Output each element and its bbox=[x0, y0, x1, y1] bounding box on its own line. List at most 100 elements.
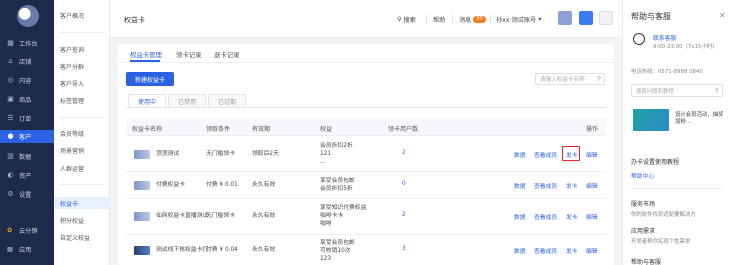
view-members-link[interactable]: 查看成员 bbox=[534, 212, 557, 221]
edit-link[interactable]: 编辑 bbox=[586, 150, 598, 159]
card-condition: 无门槛领卡 bbox=[206, 151, 235, 157]
search-button[interactable]: ⚲ 搜索 bbox=[397, 15, 416, 24]
logo[interactable] bbox=[17, 5, 39, 27]
service-market-title[interactable]: 服务市场 bbox=[631, 199, 655, 208]
help-center-link[interactable]: 帮助中心 bbox=[631, 171, 654, 180]
tab-card-management[interactable]: 权益卡管理 bbox=[130, 50, 162, 59]
issue-card-link[interactable]: 发卡 bbox=[566, 246, 578, 255]
store-icon: ⌂ bbox=[8, 57, 13, 65]
app-demand-title[interactable]: 应用需求 bbox=[631, 226, 655, 235]
card-thumbnail bbox=[134, 212, 150, 221]
subnav-item-points[interactable]: 积分权益 bbox=[54, 214, 110, 226]
subnav-item-crowd-ops[interactable]: 人群运营 bbox=[54, 162, 110, 174]
edit-link[interactable]: 编辑 bbox=[586, 212, 598, 221]
messages-button[interactable]: 消息 99 bbox=[459, 15, 486, 24]
nav-item-settings[interactable]: ⚙ 设置 bbox=[0, 188, 54, 201]
subnav-item-tags[interactable]: 标签管理 bbox=[54, 94, 110, 106]
card-validity: 永久有效 bbox=[252, 247, 276, 253]
nav-item-customer[interactable]: ● 客户 bbox=[0, 130, 54, 143]
search-icon: ⚲ bbox=[715, 87, 719, 94]
help-panel-title: 帮助与客服 bbox=[631, 12, 671, 21]
message-count-badge: 99 bbox=[473, 16, 486, 23]
settings-icon: ⚙ bbox=[7, 190, 14, 198]
nav-item-data[interactable]: ▥ 数据 bbox=[0, 150, 54, 163]
help-button[interactable]: 帮助 bbox=[433, 15, 445, 24]
nav-item-cloud-distribution[interactable]: ✿ 云分销 bbox=[0, 224, 54, 237]
main-panel: 权益卡管理 领卡记录 退卡记录 新建权益卡 请输入权益卡名称 ⚲ 使用中 已禁用 … bbox=[118, 44, 614, 265]
promo-banner-image[interactable] bbox=[633, 109, 669, 131]
close-icon[interactable]: ✕ bbox=[719, 11, 726, 20]
tab-claim-records[interactable]: 领卡记录 bbox=[176, 50, 202, 59]
nav-item-asset[interactable]: ◐ 资产 bbox=[0, 169, 54, 182]
data-link[interactable]: 数据 bbox=[514, 181, 526, 190]
sub-nav: 客户概况 客户查询 客户分群 客户导入 标签管理 会员等级 场景营销 人群运营 … bbox=[54, 0, 110, 265]
nav-item-store[interactable]: ⌂ 店铺 bbox=[0, 55, 54, 68]
contact-support-link[interactable]: 联系客服 bbox=[653, 33, 676, 42]
nav-item-order[interactable]: ☰ 订单 bbox=[0, 112, 54, 125]
divider bbox=[490, 15, 491, 23]
subnav-item-member-level[interactable]: 会员等级 bbox=[54, 127, 110, 139]
divider bbox=[426, 15, 427, 23]
card-user-count[interactable]: 2 bbox=[402, 212, 406, 218]
asset-icon: ◐ bbox=[7, 171, 14, 179]
subnav-item-groups[interactable]: 客户分群 bbox=[54, 60, 110, 72]
card-validity: 领取后2天 bbox=[252, 151, 279, 157]
status-tab-expired[interactable]: 已过期 bbox=[208, 94, 246, 108]
data-link[interactable]: 数据 bbox=[514, 150, 526, 159]
chevron-down-icon: ▾ bbox=[538, 16, 542, 23]
nav-item-workbench[interactable]: ▦ 工作台 bbox=[0, 37, 54, 50]
nav-item-content[interactable]: ◎ 内容 bbox=[0, 74, 54, 87]
card-user-count[interactable]: 0 bbox=[402, 181, 406, 187]
subnav-item-overview[interactable]: 客户概况 bbox=[54, 9, 110, 21]
issue-card-link[interactable]: 发卡 bbox=[566, 212, 578, 221]
card-user-count[interactable]: 3 bbox=[402, 246, 406, 252]
card-search-input[interactable]: 请输入权益卡名称 ⚲ bbox=[535, 73, 605, 85]
card-user-count[interactable]: 2 bbox=[402, 150, 406, 156]
view-members-link[interactable]: 查看成员 bbox=[534, 246, 557, 255]
divider bbox=[60, 117, 104, 118]
tab-refund-records[interactable]: 退卡记录 bbox=[214, 50, 240, 59]
issue-card-link[interactable]: 发卡 bbox=[566, 181, 578, 190]
publish-icon[interactable] bbox=[579, 11, 593, 25]
help-panel: 帮助与客服 ✕ 联系客服 9:00-23:00（7x15小时） 电话热线：057… bbox=[622, 0, 730, 265]
tutorial-title[interactable]: 办卡设置使用教程 bbox=[631, 157, 679, 166]
divider bbox=[126, 107, 606, 108]
cloud-icon: ✿ bbox=[7, 227, 13, 234]
qrcode-icon[interactable] bbox=[599, 11, 613, 25]
view-members-link[interactable]: 查看成员 bbox=[534, 150, 557, 159]
nav-item-product[interactable]: ▣ 商品 bbox=[0, 93, 54, 106]
edit-link[interactable]: 编辑 bbox=[586, 181, 598, 190]
top-bar: 权益卡 ⚲ 搜索 帮助 消息 99 孙xx·测试账号 ▾ bbox=[110, 0, 622, 38]
divider bbox=[631, 188, 723, 189]
more-help-title[interactable]: 帮助与客服 bbox=[631, 257, 661, 265]
card-condition: 无门槛领卡 bbox=[206, 213, 235, 219]
table-row: 测试线下核权益卡打 付费 ¥ 0.04 永久有效 享受会员包邮 可核销10次 1… bbox=[126, 235, 606, 265]
status-tab-disabled[interactable]: 已禁用 bbox=[168, 94, 206, 108]
column-header-users: 领卡用户数 bbox=[388, 126, 419, 133]
account-menu[interactable]: 孙xx·测试账号 ▾ bbox=[496, 15, 541, 24]
subnav-item-custom-benefit[interactable]: 自定义权益 bbox=[54, 231, 110, 243]
column-header-condition: 领取条件 bbox=[206, 126, 231, 133]
subnav-item-benefit-card[interactable]: 权益卡 bbox=[54, 197, 110, 209]
data-link[interactable]: 数据 bbox=[514, 212, 526, 221]
subnav-item-query[interactable]: 客户查询 bbox=[54, 43, 110, 55]
apps-icon: ▦ bbox=[7, 246, 13, 253]
data-link[interactable]: 数据 bbox=[514, 246, 526, 255]
status-tab-active[interactable]: 使用中 bbox=[128, 94, 166, 108]
card-thumbnail bbox=[134, 246, 150, 255]
promo-banner-text[interactable]: 设计会员活动，抽奖加粉... bbox=[675, 112, 725, 126]
column-header-actions: 操作 bbox=[586, 126, 599, 133]
subnav-item-scene-marketing[interactable]: 场景营销 bbox=[54, 144, 110, 156]
help-search-input[interactable]: 搜索问题和教程 ⚲ bbox=[631, 84, 723, 97]
card-name: 顶顶测试 bbox=[156, 151, 180, 157]
customer-icon: ● bbox=[7, 132, 14, 140]
card-name: 测试线下核权益卡打 bbox=[156, 247, 209, 253]
subnav-item-import[interactable]: 客户导入 bbox=[54, 77, 110, 89]
card-name: 仙网权益卡直播测试 bbox=[156, 213, 209, 219]
edit-link[interactable]: 编辑 bbox=[586, 246, 598, 255]
table-row: 仙网权益卡直播测试 无门槛领卡 永久有效 享受知识付费权益 咖啡卡卡 咖啡 2 … bbox=[126, 199, 606, 235]
view-members-link[interactable]: 查看成员 bbox=[534, 181, 557, 190]
new-card-button[interactable]: 新建权益卡 bbox=[126, 72, 174, 86]
calendar-icon[interactable] bbox=[558, 11, 572, 25]
nav-item-apps[interactable]: ▦ 应用 bbox=[0, 243, 54, 256]
